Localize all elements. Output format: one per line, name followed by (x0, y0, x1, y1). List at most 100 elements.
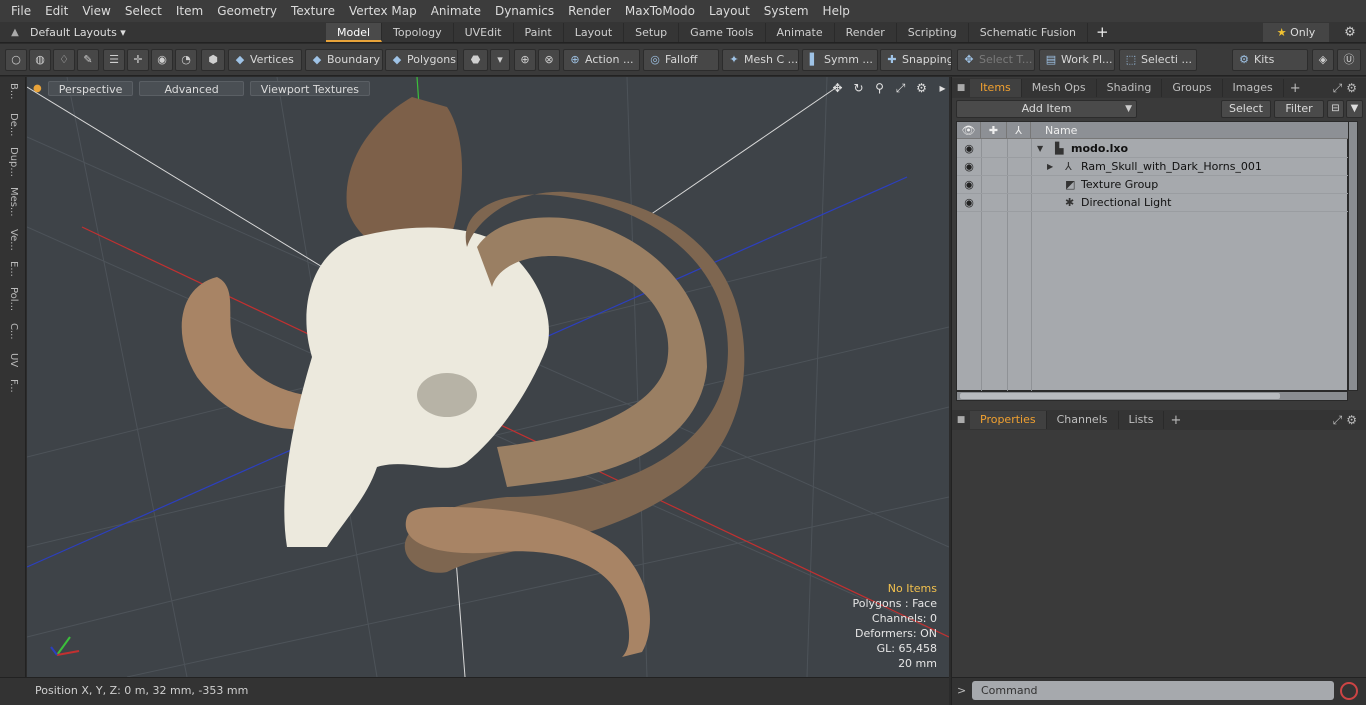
tree-row-mesh[interactable]: ◉ ▶ ⅄ Ram_Skull_with_Dark_Horns_001 (957, 158, 1349, 176)
sidebar-tab-basic[interactable]: B... (3, 83, 23, 99)
material-icon[interactable]: ⬣ (463, 49, 488, 71)
perspective-dropdown[interactable]: Perspective (47, 80, 134, 96)
timer-icon[interactable]: ◔ (175, 49, 197, 71)
sidebar-tab-polygon[interactable]: Pol... (3, 287, 23, 311)
expand-arrow-icon[interactable]: ▶ (1047, 158, 1053, 176)
menu-edit[interactable]: Edit (38, 0, 75, 22)
pivot-icon[interactable]: ◉ (151, 49, 173, 71)
zoom-view-icon[interactable]: ⚲ (871, 81, 888, 96)
tab-paint[interactable]: Paint (514, 22, 564, 42)
sidebar-tab-curve[interactable]: C... (3, 323, 23, 340)
viewport-menu-icon[interactable]: ● (33, 83, 42, 94)
visibility-column-eye-icon[interactable]: 👁 (957, 122, 981, 139)
sidebar-tab-fusion[interactable]: F... (3, 379, 23, 393)
boundary-button[interactable]: ◆ Boundary (305, 49, 383, 71)
vertices-button[interactable]: ◆ Vertices (228, 49, 302, 71)
polygons-button[interactable]: ◆ Polygons (385, 49, 458, 71)
tab-render[interactable]: Render (835, 22, 897, 42)
menu-item[interactable]: Item (169, 0, 210, 22)
tab-uvedit[interactable]: UVEdit (454, 22, 514, 42)
type-column-icon[interactable]: ⅄ (1007, 122, 1031, 139)
tree-row-light[interactable]: ◉ ✱ Directional Light (957, 194, 1349, 212)
selection-sets-button[interactable]: ⬚ Selecti ... (1119, 49, 1197, 71)
tab-channels[interactable]: Channels (1047, 411, 1119, 429)
falloff-button[interactable]: ◎ Falloff (643, 49, 719, 71)
tab-items[interactable]: Items (970, 79, 1022, 97)
unity-icon[interactable]: ◈ (1312, 49, 1334, 71)
menu-render[interactable]: Render (561, 0, 618, 22)
tab-topology[interactable]: Topology (382, 22, 454, 42)
layout-collapse-icon[interactable]: ▲ (0, 27, 30, 38)
work-plane-button[interactable]: ▤ Work Pl... (1039, 49, 1115, 71)
sidebar-tab-vertex[interactable]: Ve... (3, 229, 23, 251)
lasso-icon[interactable]: ♢ (53, 49, 75, 71)
menu-system[interactable]: System (757, 0, 816, 22)
tab-scripting[interactable]: Scripting (897, 22, 969, 42)
command-input[interactable]: Command (972, 681, 1334, 700)
visibility-eye-icon[interactable]: ◉ (961, 194, 977, 212)
tree-row-scene[interactable]: ◉ ▼ ▙ modo.lxo (957, 140, 1349, 158)
visibility-eye-icon[interactable]: ◉ (961, 158, 977, 176)
menu-layout[interactable]: Layout (702, 0, 757, 22)
tab-model[interactable]: Model (326, 22, 383, 42)
select-circle-icon[interactable]: ○ (5, 49, 27, 71)
visibility-eye-icon[interactable]: ◉ (961, 140, 977, 158)
sidebar-tab-edge[interactable]: E... (3, 261, 23, 277)
select-button[interactable]: Select (1221, 100, 1271, 118)
tab-mesh-ops[interactable]: Mesh Ops (1022, 79, 1097, 97)
collapse-list-icon[interactable]: ⊟ (1327, 100, 1344, 118)
filter-button[interactable]: Filter (1274, 100, 1324, 118)
align-icon[interactable]: ☰ (103, 49, 125, 71)
maximize-view-icon[interactable]: ⤢ (892, 81, 909, 96)
menu-vertex-map[interactable]: Vertex Map (342, 0, 424, 22)
tab-game-tools[interactable]: Game Tools (679, 22, 766, 42)
panel-expand-icon[interactable]: ⤢⚙ (1333, 81, 1361, 96)
view-settings-icon[interactable]: ⚙ (913, 81, 930, 96)
snapping-button[interactable]: ✚ Snapping (880, 49, 952, 71)
sidebar-tab-deform[interactable]: De... (3, 113, 23, 136)
add-panel-tab-icon[interactable]: + (1284, 81, 1307, 96)
globe-icon[interactable]: ◍ (29, 49, 51, 71)
item-list-scrollbar[interactable] (1348, 121, 1358, 391)
tab-animate[interactable]: Animate (766, 22, 835, 42)
menu-view[interactable]: View (75, 0, 117, 22)
menu-texture[interactable]: Texture (284, 0, 342, 22)
default-layouts-dropdown[interactable]: Default Layouts ▾ (30, 26, 326, 39)
tab-groups[interactable]: Groups (1162, 79, 1223, 97)
tab-layout[interactable]: Layout (564, 22, 625, 42)
tab-properties[interactable]: Properties (970, 411, 1047, 429)
symmetry-y-icon[interactable]: ⊗ (538, 49, 560, 71)
menu-help[interactable]: Help (816, 0, 857, 22)
panel-menu-icon[interactable]: ■ (952, 415, 970, 425)
tree-row-texture-group[interactable]: ◉ ◩ Texture Group (957, 176, 1349, 194)
rotate-view-icon[interactable]: ↻ (850, 81, 867, 96)
menu-animate[interactable]: Animate (424, 0, 488, 22)
mesh-constraints-button[interactable]: ✦ Mesh C ... (722, 49, 799, 71)
menu-file[interactable]: File (4, 0, 38, 22)
panel-expand-icon[interactable]: ⤢⚙ (1333, 413, 1361, 428)
name-column-header[interactable]: Name (1031, 122, 1349, 139)
view-options-arrow-icon[interactable]: ▸ (934, 81, 949, 96)
move-view-icon[interactable]: ✥ (829, 81, 846, 96)
visibility-eye-icon[interactable]: ◉ (961, 176, 977, 194)
scrollbar-thumb[interactable] (960, 393, 1280, 399)
kits-button[interactable]: ⚙ Kits (1232, 49, 1308, 71)
items-mode-icon[interactable]: ⬢ (201, 49, 225, 71)
symmetry-x-icon[interactable]: ⊕ (514, 49, 536, 71)
menu-geometry[interactable]: Geometry (210, 0, 284, 22)
tab-lists[interactable]: Lists (1119, 411, 1165, 429)
expand-arrow-icon[interactable]: ▼ (1037, 140, 1043, 158)
menu-dynamics[interactable]: Dynamics (488, 0, 561, 22)
viewport-textures-dropdown[interactable]: Viewport Textures (249, 80, 370, 96)
chevron-down-icon[interactable]: ▾ (490, 49, 510, 71)
menu-select[interactable]: Select (118, 0, 169, 22)
add-panel-tab-icon[interactable]: + (1164, 413, 1187, 428)
symmetry-button[interactable]: ▌ Symm ... (802, 49, 878, 71)
lock-column-icon[interactable]: ✚ (981, 122, 1007, 139)
menu-maxtomodo[interactable]: MaxToModo (618, 0, 702, 22)
tab-schematic-fusion[interactable]: Schematic Fusion (969, 22, 1089, 42)
3d-viewport[interactable]: ● Perspective Advanced Viewport Textures… (27, 77, 949, 677)
tab-shading[interactable]: Shading (1097, 79, 1163, 97)
sidebar-tab-duplicate[interactable]: Dup... (3, 147, 23, 177)
action-center-button[interactable]: ⊕ Action ... (563, 49, 640, 71)
